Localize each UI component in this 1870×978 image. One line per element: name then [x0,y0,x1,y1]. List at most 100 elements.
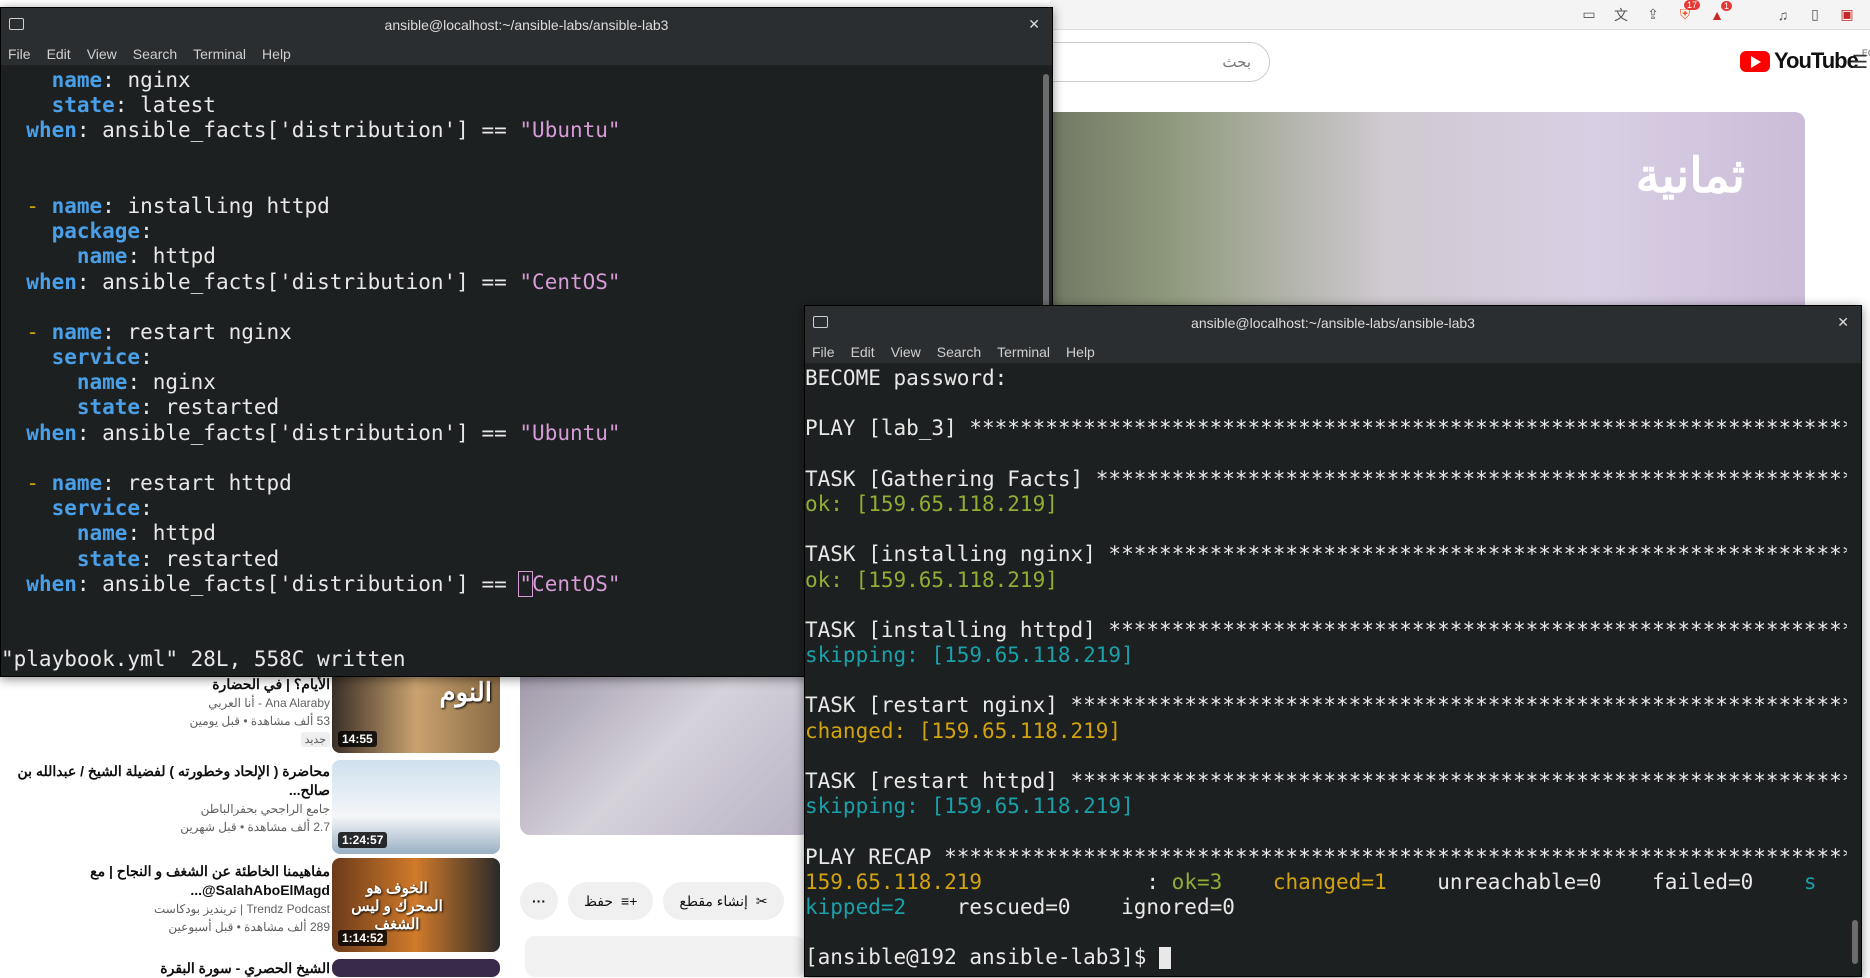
video-frame-partial [520,660,810,835]
thumb-text: النوم [439,677,492,707]
rec-channel: جامع الراجحي بحفرالباطن [200,802,330,816]
menu-icon[interactable]: ☰ [1852,52,1868,73]
clip-label: إنشاء مقطع [679,892,748,909]
list-item[interactable]: الشيخ الحصري - سورة البقرة [0,955,500,977]
output-line: PLAY [lab_3] ***************************… [805,416,1847,441]
menu-help[interactable]: Help [262,46,291,62]
rec-thumbnail[interactable] [332,959,500,977]
video-title-overlay: ثمانية [1635,148,1745,204]
share-icon[interactable]: ⇪ [1644,6,1662,23]
list-item[interactable]: مفاهيمنا الخاطئة عن الشغف و النجاح | مع … [0,858,500,958]
rec-thumbnail[interactable]: 1:24:57 [332,760,500,854]
youtube-logo[interactable]: YouTube EG [1740,48,1870,74]
menu-edit[interactable]: Edit [851,344,875,360]
output-line: 159.65.118.219 : ok=3 changed=1 unreacha… [805,869,1817,894]
menu-bar: File Edit View Search Terminal Help [1,42,1052,66]
output-line: kipped=2 rescued=0 ignored=0 [805,894,1235,919]
brave-shield-icon[interactable]: ⛨ 17 [1676,0,1700,23]
rec-title: محاضرة ( الإلحاد وخطورته ) لفضيلة الشيخ … [17,763,330,798]
output-line: PLAY RECAP *****************************… [805,844,1847,869]
terminal-titlebar[interactable]: ansible@localhost:~/ansible-labs/ansible… [1,8,1052,42]
editor-line: state: latest [51,93,216,118]
close-icon[interactable]: ✕ [1028,16,1040,33]
menu-terminal[interactable]: Terminal [997,344,1050,360]
editor-line: name: nginx [51,68,191,92]
menu-bar: File Edit View Search Terminal Help [805,340,1861,364]
terminal-window-output[interactable]: ansible@localhost:~/ansible-labs/ansible… [804,305,1862,977]
search-input[interactable]: بحث [1020,42,1270,82]
video-actions: ··· حفظ ≡+ إنشاء مقطع ✂ [520,882,784,920]
more-actions-button[interactable]: ··· [520,882,558,920]
menu-edit[interactable]: Edit [47,46,71,62]
rec-title: الأيام؟ | في الحضارة [212,676,330,692]
playlist-add-icon: ≡+ [621,893,638,909]
output-line: TASK [restart httpd] *******************… [805,769,1847,793]
clip-button[interactable]: إنشاء مقطع ✂ [663,882,784,920]
thumb-text: الخوف هو المحرك و ليس الشغف [351,880,443,933]
output-line: [ansible@192 ansible-lab3]$ [805,945,1847,970]
rec-thumbnail[interactable]: الخوف هو المحرك و ليس الشغف 1:14:52 [332,858,500,952]
translate-icon[interactable]: 文 [1612,5,1630,25]
save-button[interactable]: حفظ ≡+ [568,882,654,920]
menu-file[interactable]: File [8,46,31,62]
screen-icon[interactable]: ▭ [1580,6,1598,23]
output-line: skipping: [159.65.118.219] [805,643,1134,668]
output-line: BECOME password: [805,366,1008,390]
editor-line: package: [51,219,153,244]
editor-line: when: ansible_facts['distribution'] == "… [26,269,621,294]
text-cursor [1159,947,1172,970]
rec-duration: 14:55 [338,731,377,747]
terminal-icon [813,316,828,328]
youtube-label: YouTube [1774,48,1859,73]
output-line: TASK [Gathering Facts] *****************… [805,466,1847,491]
output-line: TASK [restart nginx] *******************… [805,693,1847,718]
sidebar-icon[interactable]: ▯ [1806,6,1824,23]
editor-line: - name: installing httpd [26,193,330,218]
save-label: حفظ [584,892,614,909]
rec-meta: 2.7 ألف مشاهدة • قبل شهرين [180,820,330,834]
rec-meta: 53 ألف مشاهدة • قبل يومين [189,714,330,728]
rec-duration: 1:14:52 [338,930,388,946]
output-line: TASK [installing nginx] ****************… [805,542,1847,567]
menu-terminal[interactable]: Terminal [193,46,246,62]
terminal-output[interactable]: BECOME password: PLAY [lab_3] ***********… [805,366,1847,976]
shield-badge: 17 [1683,0,1700,10]
output-line: skipping: [159.65.118.219] [805,794,1134,819]
menu-search[interactable]: Search [133,46,177,62]
output-line: ok: [159.65.118.219] [805,567,1058,592]
scrollbar-thumb[interactable] [1852,920,1858,964]
output-line: ok: [159.65.118.219] [805,491,1058,516]
music-icon[interactable]: ♫ [1774,7,1792,23]
rewards-badge: 1 [1720,0,1732,11]
rec-badge: جديد [300,732,330,747]
wallet-icon[interactable]: ▣ [1838,6,1856,23]
menu-view[interactable]: View [87,46,117,62]
window-title: ansible@localhost:~/ansible-labs/ansible… [1191,315,1475,331]
scrollbar[interactable] [1847,366,1861,976]
youtube-play-icon [1740,50,1770,72]
brave-rewards-icon[interactable]: ▲ 1 [1708,0,1732,23]
output-line: TASK [installing httpd] ****************… [805,617,1847,642]
rec-title: مفاهيمنا الخاطئة عن الشغف و النجاح | مع … [90,863,330,898]
menu-help[interactable]: Help [1066,344,1095,360]
menu-search[interactable]: Search [937,344,981,360]
terminal-icon [9,18,24,30]
window-title: ansible@localhost:~/ansible-labs/ansible… [384,17,669,33]
description-box[interactable] [525,936,805,977]
terminal-titlebar[interactable]: ansible@localhost:~/ansible-labs/ansible… [805,306,1861,340]
rec-title: الشيخ الحصري - سورة البقرة [160,960,330,976]
output-line: changed: [159.65.118.219] [805,718,1122,743]
menu-view[interactable]: View [891,344,921,360]
rec-channel: Ana Alaraby - أنا العربي [208,696,330,710]
menu-file[interactable]: File [812,344,835,360]
close-icon[interactable]: ✕ [1837,314,1849,331]
list-item[interactable]: محاضرة ( الإلحاد وخطورته ) لفضيلة الشيخ … [0,758,500,858]
